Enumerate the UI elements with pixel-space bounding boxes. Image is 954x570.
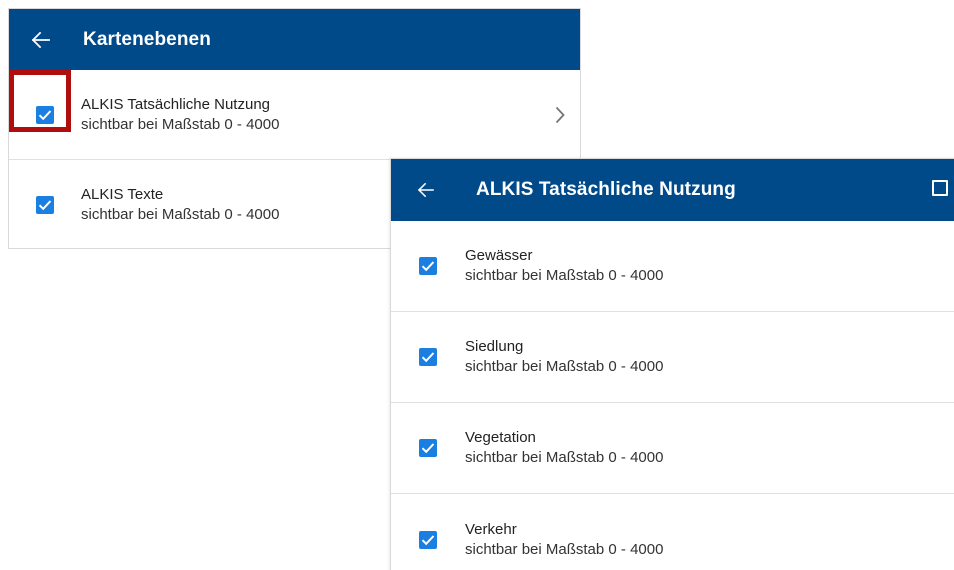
sublayer-row-verkehr[interactable]: Verkehr sichtbar bei Maßstab 0 - 4000 — [391, 494, 954, 570]
layers-app-bar: Kartenebenen — [9, 9, 580, 70]
layer-title: ALKIS Tatsächliche Nutzung — [81, 95, 271, 113]
layer-scale-info: sichtbar bei Maßstab 0 - 4000 — [81, 115, 280, 133]
layer-row-alkis-nutzung[interactable]: ALKIS Tatsächliche Nutzung sichtbar bei … — [9, 70, 580, 160]
sublayer-row-siedlung[interactable]: Siedlung sichtbar bei Maßstab 0 - 4000 — [391, 312, 954, 403]
chevron-right-icon[interactable] — [548, 103, 572, 127]
sublayer-scale-info: sichtbar bei Maßstab 0 - 4000 — [465, 449, 664, 466]
checkbox-checked-icon[interactable] — [419, 439, 437, 457]
back-arrow-icon[interactable] — [414, 178, 438, 202]
checkbox-outline-icon[interactable] — [932, 180, 948, 196]
sublayers-panel: ALKIS Tatsächliche Nutzung Gewässer sich… — [390, 158, 954, 570]
sublayer-scale-info: sichtbar bei Maßstab 0 - 4000 — [465, 267, 664, 284]
screen: Kartenebenen ALKIS Tatsächliche Nutzung … — [0, 0, 954, 570]
checkbox-checked-icon[interactable] — [419, 257, 437, 275]
checkbox-checked-icon[interactable] — [419, 530, 437, 549]
sublayers-app-bar: ALKIS Tatsächliche Nutzung — [391, 159, 954, 221]
sublayer-title: Vegetation — [465, 429, 536, 446]
layer-scale-info: sichtbar bei Maßstab 0 - 4000 — [81, 206, 280, 223]
page-title: ALKIS Tatsächliche Nutzung — [476, 179, 736, 200]
sublayer-scale-info: sichtbar bei Maßstab 0 - 4000 — [465, 358, 664, 375]
checkbox-checked-icon[interactable] — [36, 196, 54, 214]
sublayer-title: Gewässer — [465, 247, 533, 264]
sublayer-title: Siedlung — [465, 338, 524, 355]
sublayer-title: Verkehr — [465, 520, 517, 538]
page-title: Kartenebenen — [83, 28, 211, 50]
sublayer-row-vegetation[interactable]: Vegetation sichtbar bei Maßstab 0 - 4000 — [391, 403, 954, 494]
sublayer-scale-info: sichtbar bei Maßstab 0 - 4000 — [465, 540, 664, 558]
checkbox-checked-icon[interactable] — [36, 105, 54, 124]
back-arrow-icon[interactable] — [29, 28, 53, 52]
layer-title: ALKIS Texte — [81, 186, 164, 203]
sublayer-row-gewaesser[interactable]: Gewässer sichtbar bei Maßstab 0 - 4000 — [391, 221, 954, 312]
checkbox-checked-icon[interactable] — [419, 348, 437, 366]
